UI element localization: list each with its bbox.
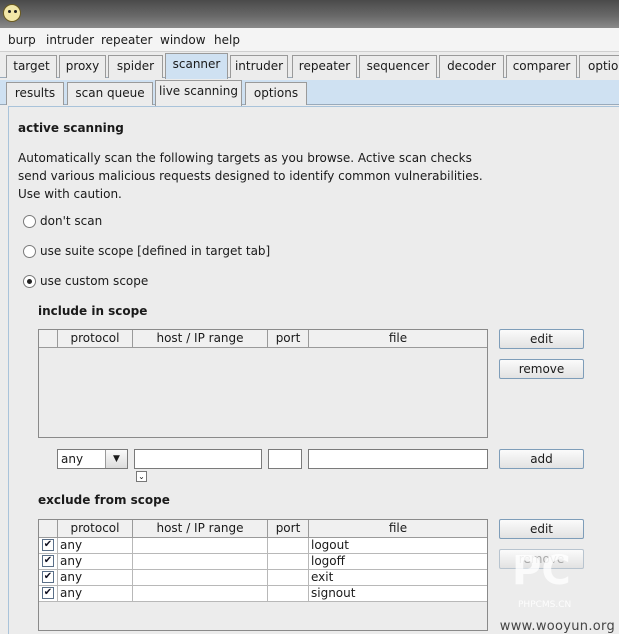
cell-protocol[interactable]: any <box>58 554 133 570</box>
include-scope-table[interactable]: protocol host / IP range port file <box>38 329 488 438</box>
cell-protocol[interactable]: any <box>58 538 133 554</box>
radio-button[interactable] <box>23 245 36 258</box>
exclude-edit-button[interactable]: edit <box>499 519 584 539</box>
tab-comparer[interactable]: comparer <box>506 55 577 78</box>
host-options-icon[interactable]: ⌄ <box>136 471 147 482</box>
radio-label: use suite scope [defined in target tab] <box>40 244 271 258</box>
main-tab-bar: target proxy spider scanner intruder rep… <box>0 53 619 79</box>
table-row-checkbox-cell: ✔ <box>39 570 58 586</box>
subtab-options[interactable]: options <box>245 82 307 105</box>
enabled-checkbox[interactable]: ✔ <box>42 539 54 551</box>
tab-scanner[interactable]: scanner <box>165 53 228 79</box>
radio-button-selected[interactable] <box>23 275 36 288</box>
protocol-dropdown[interactable]: any ▼ <box>57 449 128 469</box>
title-bar <box>0 0 619 28</box>
column-header-host[interactable]: host / IP range <box>133 330 268 348</box>
column-header-host[interactable]: host / IP range <box>133 520 268 538</box>
exclude-from-scope-heading: exclude from scope <box>38 493 170 507</box>
cell-host[interactable] <box>133 570 268 586</box>
menu-repeater[interactable]: repeater <box>101 33 152 47</box>
cell-protocol[interactable]: any <box>58 586 133 602</box>
watermark-site: www.wooyun.org <box>499 619 615 634</box>
cell-protocol[interactable]: any <box>58 570 133 586</box>
subtab-live-scanning[interactable]: live scanning <box>155 80 242 106</box>
include-in-scope-heading: include in scope <box>38 304 148 318</box>
file-input[interactable] <box>308 449 488 469</box>
column-header-port[interactable]: port <box>268 520 309 538</box>
cell-port[interactable] <box>268 570 309 586</box>
cell-host[interactable] <box>133 586 268 602</box>
subtab-results[interactable]: results <box>6 82 64 105</box>
menu-intruder[interactable]: intruder <box>46 33 94 47</box>
column-header-protocol[interactable]: protocol <box>58 330 133 348</box>
host-input[interactable] <box>134 449 262 469</box>
subtab-scan-queue[interactable]: scan queue <box>67 82 153 105</box>
tab-proxy[interactable]: proxy <box>59 55 106 78</box>
menu-window[interactable]: window <box>160 33 206 47</box>
column-header-port[interactable]: port <box>268 330 309 348</box>
cell-port[interactable] <box>268 554 309 570</box>
cell-host[interactable] <box>133 554 268 570</box>
cell-file[interactable]: signout <box>309 586 487 602</box>
active-scanning-description: Automatically scan the following targets… <box>18 151 483 201</box>
exclude-scope-table[interactable]: protocol host / IP range port file ✔ any… <box>38 519 488 631</box>
cell-file[interactable]: logoff <box>309 554 487 570</box>
burp-app-icon[interactable] <box>3 4 21 22</box>
enabled-checkbox[interactable]: ✔ <box>42 571 54 583</box>
tab-sequencer[interactable]: sequencer <box>359 55 437 78</box>
column-header-enabled <box>39 330 58 348</box>
menu-bar: burp intruder repeater window help <box>0 28 619 52</box>
include-edit-button[interactable]: edit <box>499 329 584 349</box>
cell-port[interactable] <box>268 586 309 602</box>
dropdown-arrow-icon[interactable]: ▼ <box>105 450 127 468</box>
active-scanning-heading: active scanning <box>18 121 124 135</box>
column-header-file[interactable]: file <box>309 520 487 538</box>
column-header-file[interactable]: file <box>309 330 487 348</box>
tab-repeater[interactable]: repeater <box>292 55 357 78</box>
menu-burp[interactable]: burp <box>8 33 36 47</box>
add-button[interactable]: add <box>499 449 584 469</box>
column-header-enabled <box>39 520 58 538</box>
table-row-checkbox-cell: ✔ <box>39 586 58 602</box>
tab-target[interactable]: target <box>6 55 57 78</box>
enabled-checkbox[interactable]: ✔ <box>42 587 54 599</box>
sub-tab-bar: results scan queue live scanning options <box>0 80 619 106</box>
menu-help[interactable]: help <box>214 33 240 47</box>
tab-intruder[interactable]: intruder <box>230 55 288 78</box>
tab-decoder[interactable]: decoder <box>439 55 504 78</box>
radio-label: use custom scope <box>40 274 149 288</box>
table-row-checkbox-cell: ✔ <box>39 554 58 570</box>
tab-options[interactable]: options <box>579 55 619 78</box>
watermark-logo-subtext: PHPCMS.CN <box>518 600 572 610</box>
cell-host[interactable] <box>133 538 268 554</box>
include-remove-button[interactable]: remove <box>499 359 584 379</box>
watermark-logo: PC <box>512 548 571 594</box>
column-header-protocol[interactable]: protocol <box>58 520 133 538</box>
cell-port[interactable] <box>268 538 309 554</box>
enabled-checkbox[interactable]: ✔ <box>42 555 54 567</box>
table-row-checkbox-cell: ✔ <box>39 538 58 554</box>
radio-button[interactable] <box>23 215 36 228</box>
tab-spider[interactable]: spider <box>108 55 163 78</box>
cell-file[interactable]: logout <box>309 538 487 554</box>
cell-file[interactable]: exit <box>309 570 487 586</box>
radio-label: don't scan <box>40 214 103 228</box>
port-input[interactable] <box>268 449 302 469</box>
protocol-dropdown-value: any <box>61 452 84 466</box>
